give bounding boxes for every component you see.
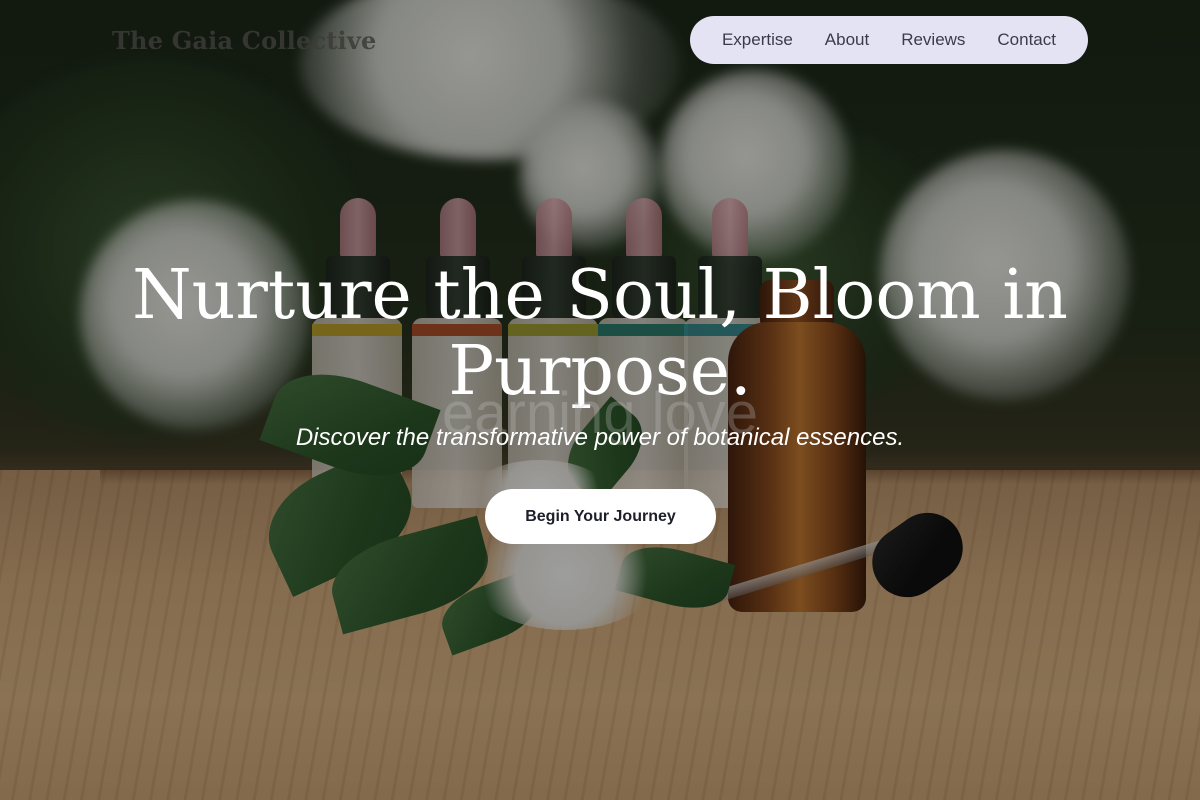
top-nav: Expertise About Reviews Contact	[690, 16, 1088, 64]
nav-link-about[interactable]: About	[825, 30, 869, 50]
nav-link-contact[interactable]: Contact	[997, 30, 1056, 50]
nav-link-expertise[interactable]: Expertise	[722, 30, 793, 50]
site-title[interactable]: The Gaia Collective	[112, 26, 376, 55]
nav-link-reviews[interactable]: Reviews	[901, 30, 965, 50]
hero-subheadline: Discover the transformative power of bot…	[295, 424, 905, 451]
begin-journey-button[interactable]: Begin Your Journey	[485, 489, 716, 544]
